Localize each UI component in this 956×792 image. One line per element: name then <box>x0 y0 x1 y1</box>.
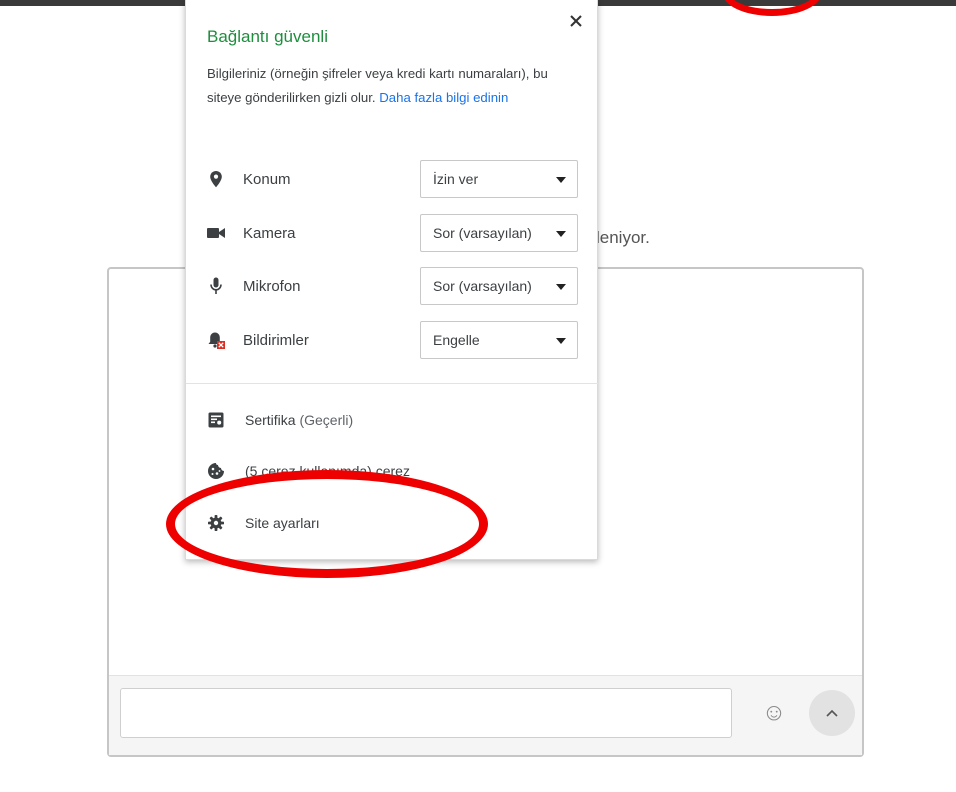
dropdown-caret-icon <box>556 231 566 237</box>
permission-label: Kamera <box>243 224 296 242</box>
section-divider <box>186 383 598 384</box>
certificate-text: Sertifika <box>245 412 296 428</box>
camera-icon <box>207 224 225 242</box>
permission-label: Mikrofon <box>243 277 301 295</box>
permission-select-microphone[interactable]: Sor (varsayılan) <box>420 267 578 305</box>
site-settings-label: Site ayarları <box>245 515 320 531</box>
select-value: İzin ver <box>433 171 479 187</box>
expand-button[interactable] <box>809 690 855 736</box>
permission-select-location[interactable]: İzin ver <box>420 160 578 198</box>
chat-footer: ☺ <box>109 675 862 755</box>
dropdown-caret-icon <box>556 284 566 290</box>
certificate-label: Sertifika (Geçerli) <box>245 412 353 428</box>
permission-row-camera: Kamera Sor (varsayılan) <box>207 214 578 252</box>
gear-icon <box>207 514 225 532</box>
site-settings-row[interactable]: Site ayarları <box>207 511 578 535</box>
red-highlight-ellipse-top <box>722 0 822 16</box>
permission-select-camera[interactable]: Sor (varsayılan) <box>420 214 578 252</box>
chevron-up-icon <box>826 709 838 717</box>
close-button[interactable] <box>567 12 585 30</box>
permission-label: Konum <box>243 170 291 188</box>
permission-label: Bildirimler <box>243 331 309 349</box>
dropdown-caret-icon <box>556 177 566 183</box>
notifications-blocked-icon <box>207 331 225 349</box>
popup-title: Bağlantı güvenli <box>207 27 328 46</box>
select-value: Engelle <box>433 332 480 348</box>
emoji-button[interactable]: ☺ <box>759 698 789 728</box>
permission-row-microphone: Mikrofon Sor (varsayılan) <box>207 267 578 305</box>
certificate-status: (Geçerli) <box>299 412 354 428</box>
cookies-label: (5 çerez kullanımda) çerez <box>245 463 410 479</box>
site-info-popup: Bağlantı güvenli Bilgileriniz (örneğin ş… <box>185 0 598 560</box>
microphone-icon <box>207 277 225 295</box>
cookie-icon <box>207 462 225 480</box>
certificate-icon <box>207 411 225 429</box>
dropdown-caret-icon <box>556 338 566 344</box>
permission-row-location: Konum İzin ver <box>207 160 578 198</box>
certificate-row[interactable]: Sertifika (Geçerli) <box>207 408 578 432</box>
select-value: Sor (varsayılan) <box>433 225 532 241</box>
learn-more-link[interactable]: Daha fazla bilgi edinin <box>379 90 508 105</box>
permission-select-notifications[interactable]: Engelle <box>420 321 578 359</box>
cookies-row[interactable]: (5 çerez kullanımda) çerez <box>207 459 578 483</box>
chat-message-input[interactable] <box>120 688 732 738</box>
select-value: Sor (varsayılan) <box>433 278 532 294</box>
popup-description: Bilgileriniz (örneğin şifreler veya kred… <box>207 62 572 110</box>
background-page-text: leniyor. <box>596 228 650 247</box>
close-icon <box>570 15 582 27</box>
location-pin-icon <box>207 170 225 188</box>
permission-row-notifications: Bildirimler Engelle <box>207 321 578 359</box>
